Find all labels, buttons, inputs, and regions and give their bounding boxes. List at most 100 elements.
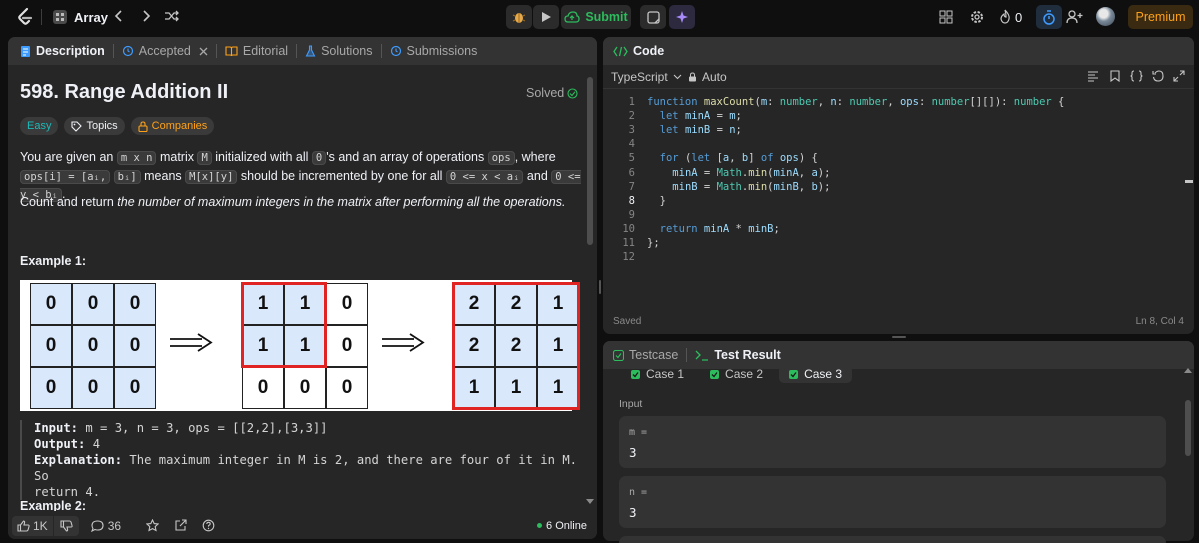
solved-label: Solved: [526, 86, 565, 100]
star-icon[interactable]: [146, 519, 160, 532]
test-scrollbar[interactable]: [1184, 363, 1192, 539]
run-button[interactable]: [533, 5, 559, 29]
code-line[interactable]: 11};: [603, 236, 1181, 250]
code-line[interactable]: 10 return minA * minB;: [603, 222, 1181, 236]
language-select[interactable]: TypeScript: [611, 70, 682, 84]
matrix-cell: 1: [453, 367, 495, 409]
ai-assistant-button[interactable]: [669, 5, 695, 29]
tab-editorial[interactable]: Editorial: [219, 44, 294, 58]
inline-code: 0 <= x < aᵢ: [445, 169, 524, 184]
autosave-mode[interactable]: Auto: [688, 70, 727, 84]
code-line[interactable]: 3 let minB = n;: [603, 123, 1181, 137]
premium-button[interactable]: Premium: [1128, 5, 1193, 29]
online-status: 6 Online: [537, 520, 587, 532]
cloud-upload-icon: [564, 11, 580, 23]
code-text: function maxCount(m: number, n: number, …: [647, 96, 1065, 108]
horizontal-resize-handle[interactable]: [892, 336, 906, 338]
tab-test-result[interactable]: Test Result: [689, 348, 786, 362]
history-icon: [390, 45, 402, 57]
chevron-right-icon[interactable]: [140, 9, 152, 23]
difficulty-badge: Easy: [20, 117, 59, 135]
submit-label: Submit: [585, 10, 628, 24]
close-icon[interactable]: [199, 47, 208, 56]
matrix-cell: 1: [537, 283, 579, 325]
tab-code[interactable]: Code: [607, 44, 670, 58]
shuffle-icon[interactable]: [164, 9, 180, 23]
topics-tag[interactable]: Topics: [64, 117, 125, 135]
comments-button[interactable]: 36: [90, 519, 121, 533]
example-2-title: Example 2:: [20, 499, 87, 511]
like-count: 1K: [33, 518, 48, 533]
code-line[interactable]: 8 }: [603, 194, 1181, 208]
code-text: };: [647, 237, 660, 249]
reset-icon[interactable]: [1152, 70, 1164, 82]
scrollbar-thumb[interactable]: [587, 77, 593, 245]
matrix-cell: 0: [326, 367, 368, 409]
line-number: 11: [622, 237, 635, 249]
companies-label: Companies: [151, 120, 208, 132]
chevron-left-icon[interactable]: [113, 9, 125, 23]
topics-label: Topics: [86, 120, 118, 132]
inline-code: ops: [487, 151, 515, 165]
tab-testcase[interactable]: Testcase: [607, 348, 684, 362]
code-editor[interactable]: 1 function maxCount(m: number, n: number,…: [603, 95, 1183, 305]
braces-icon[interactable]: [1130, 70, 1143, 82]
case-1-tab[interactable]: Case 1: [621, 365, 694, 383]
vertical-resize-handle[interactable]: [599, 280, 601, 294]
tab-solutions[interactable]: Solutions: [299, 44, 378, 58]
statement-text: means: [144, 168, 182, 183]
statement-text: , where: [514, 150, 556, 164]
dislike-button[interactable]: [53, 515, 79, 536]
code-line[interactable]: 2 let minA = m;: [603, 109, 1181, 123]
expand-icon[interactable]: [1173, 70, 1185, 82]
solved-status: Solved: [526, 86, 578, 100]
inline-code: M[x][y]: [185, 169, 238, 184]
format-lines-icon[interactable]: [1087, 70, 1099, 82]
share-icon[interactable]: [174, 519, 187, 532]
scrollbar-thumb[interactable]: [1185, 400, 1191, 456]
layout-icon[interactable]: [939, 10, 953, 24]
streak-flame-icon[interactable]: [999, 9, 1011, 24]
code-line[interactable]: 5 for (let [a, b] of ops) {: [603, 151, 1181, 165]
bookmark-icon[interactable]: [1110, 70, 1120, 82]
history-icon: [122, 45, 134, 57]
tab-accepted[interactable]: Accepted: [116, 44, 214, 58]
saved-status: Saved: [613, 316, 642, 327]
submit-button[interactable]: Submit: [561, 5, 631, 29]
companies-tag[interactable]: Companies: [130, 117, 215, 135]
param-card-m: m = 3: [619, 416, 1166, 468]
code-line[interactable]: 6 minA = Math.min(minA, a);: [603, 166, 1181, 180]
notes-button[interactable]: [640, 5, 666, 29]
line-number: 2: [628, 110, 635, 123]
add-friend-icon[interactable]: [1066, 9, 1083, 25]
debug-button[interactable]: [506, 5, 532, 29]
code-line[interactable]: 12: [603, 250, 1181, 264]
tab-description[interactable]: Description: [14, 44, 111, 58]
code-line[interactable]: 7 minB = Math.min(minB, b);: [603, 180, 1181, 194]
help-icon[interactable]: [202, 519, 215, 532]
settings-gear-icon[interactable]: [969, 9, 985, 25]
case-2-tab[interactable]: Case 2: [700, 365, 773, 383]
scroll-down-icon[interactable]: [586, 499, 594, 505]
timer-button[interactable]: [1036, 5, 1062, 29]
top-navigation-bar: Array Submit 0 Premium: [0, 0, 1199, 34]
editor-toolbar: TypeScript Auto: [603, 65, 1194, 89]
problem-title[interactable]: 598. Range Addition II: [20, 81, 228, 104]
like-button[interactable]: 1K: [12, 515, 53, 536]
output-label: Output:: [34, 437, 86, 451]
editor-scrollbar[interactable]: [1185, 95, 1193, 305]
leetcode-logo-icon[interactable]: [16, 7, 34, 27]
description-scrollbar[interactable]: [586, 75, 594, 505]
problem-list-icon[interactable]: [53, 10, 67, 24]
premium-label: Premium: [1135, 10, 1186, 24]
check-icon: [789, 369, 799, 379]
scroll-up-icon[interactable]: [1184, 368, 1192, 374]
code-line[interactable]: 4: [603, 137, 1181, 151]
case-3-tab[interactable]: Case 3: [779, 365, 853, 383]
tab-submissions[interactable]: Submissions: [384, 44, 484, 58]
code-line[interactable]: 1 function maxCount(m: number, n: number,…: [603, 95, 1181, 109]
code-line[interactable]: 9: [603, 208, 1181, 222]
tab-description-label: Description: [36, 44, 105, 58]
avatar[interactable]: [1096, 7, 1115, 26]
problem-list-title[interactable]: Array: [74, 10, 108, 25]
